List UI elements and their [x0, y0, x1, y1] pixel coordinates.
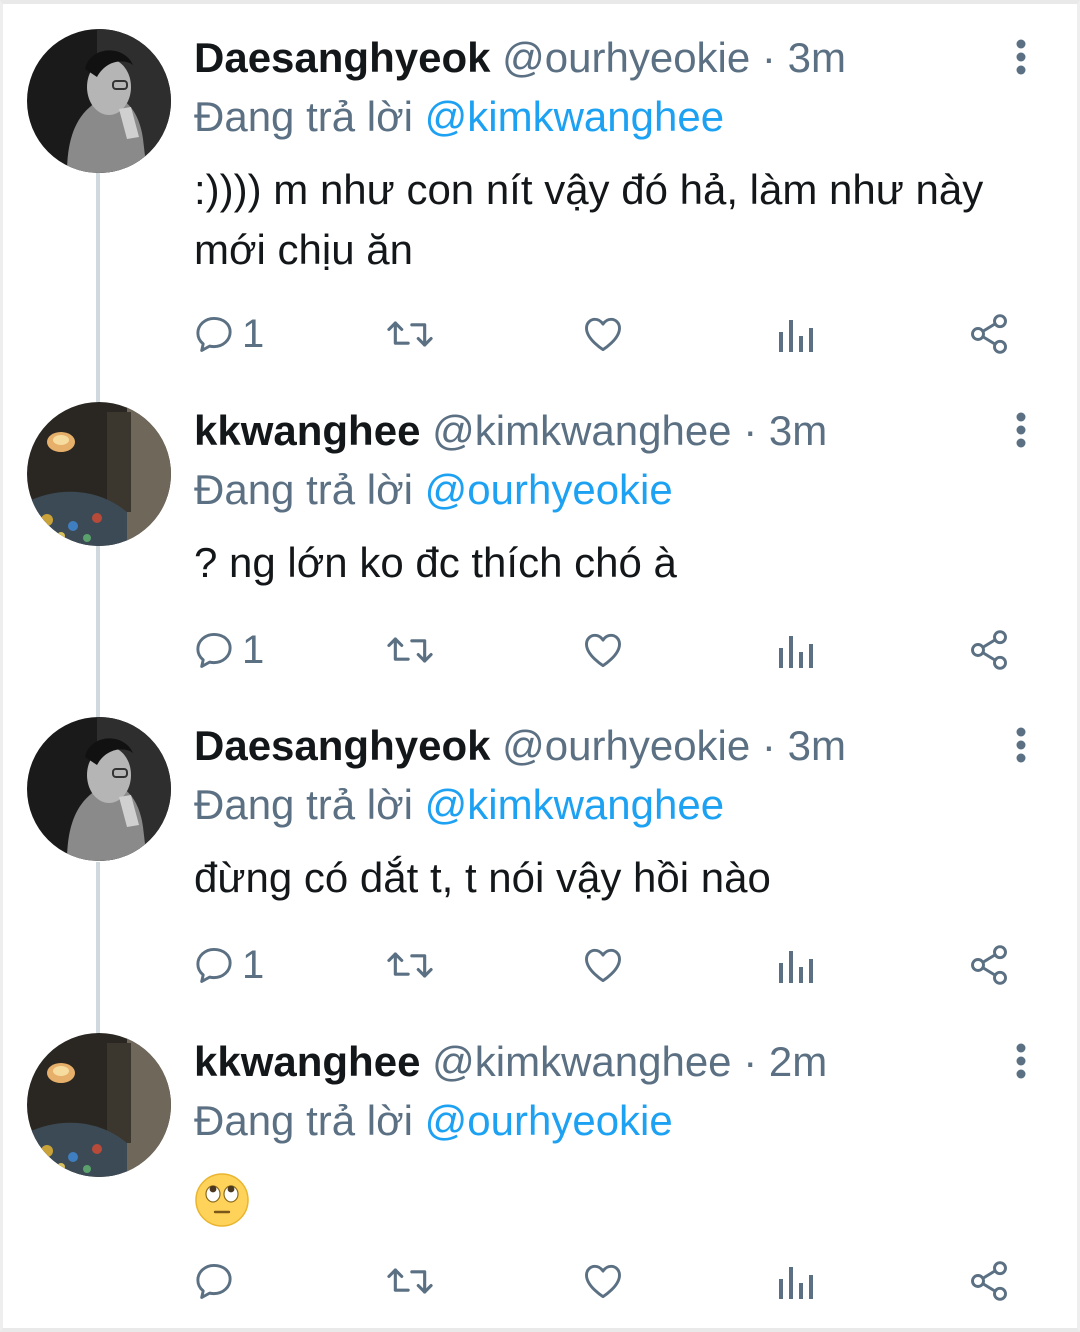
mention-link[interactable]: @ourhyeokie: [425, 466, 673, 513]
retweet-icon: [387, 637, 433, 663]
timestamp[interactable]: 3m: [788, 34, 846, 81]
analytics-button[interactable]: [775, 935, 815, 995]
separator-dot: ·: [743, 1038, 758, 1085]
timestamp[interactable]: 3m: [788, 722, 846, 769]
tweet-actions: [0, 1251, 1080, 1311]
analytics-icon: [779, 1267, 813, 1299]
display-name[interactable]: Daesanghyeok: [194, 34, 490, 81]
analytics-icon: [779, 951, 813, 983]
retweet-icon: [387, 952, 433, 978]
username[interactable]: @kimkwanghee: [432, 407, 731, 454]
like-button[interactable]: [580, 1251, 626, 1311]
reply-icon: [196, 947, 232, 983]
tweet-header: kkwanghee @kimkwanghee · 2m: [194, 1033, 827, 1091]
retweet-icon: [387, 321, 433, 347]
tweet-text: ? ng lớn ko đc thích chó à: [194, 539, 677, 586]
like-button[interactable]: [580, 620, 626, 680]
retweet-icon: [387, 1268, 433, 1294]
replying-to-label: Đang trả lời: [194, 1097, 413, 1144]
like-icon: [585, 948, 621, 983]
replying-to-label: Đang trả lời: [194, 781, 413, 828]
reply-button[interactable]: 1: [192, 620, 264, 680]
share-icon: [971, 1261, 1007, 1301]
reply-count: 1: [242, 312, 265, 356]
like-icon: [585, 317, 621, 352]
separator-dot: ·: [761, 722, 776, 769]
reply-count: 1: [242, 943, 265, 987]
more-options-icon[interactable]: [1004, 725, 1038, 765]
tweet-actions: 1: [0, 620, 1080, 680]
share-icon: [971, 630, 1007, 670]
replying-to-label: Đang trả lời: [194, 93, 413, 140]
retweet-button[interactable]: [384, 935, 436, 995]
analytics-icon: [779, 636, 813, 668]
display-name[interactable]: kkwanghee: [194, 1038, 420, 1085]
face-with-rolling-eyes-emoji: [195, 1173, 249, 1227]
more-options-icon[interactable]: [1004, 37, 1038, 77]
username[interactable]: @ourhyeokie: [502, 722, 750, 769]
display-name[interactable]: kkwanghee: [194, 407, 420, 454]
avatar-kkwanghee[interactable]: [27, 1033, 171, 1177]
mention-link[interactable]: @kimkwanghee: [425, 93, 724, 140]
analytics-button[interactable]: [775, 1251, 815, 1311]
timestamp[interactable]: 3m: [769, 407, 827, 454]
replying-to: Đang trả lời @kimkwanghee: [194, 89, 724, 145]
username[interactable]: @ourhyeokie: [502, 34, 750, 81]
timestamp[interactable]: 2m: [769, 1038, 827, 1085]
retweet-button[interactable]: [384, 1251, 436, 1311]
analytics-button[interactable]: [775, 620, 815, 680]
like-icon: [585, 1264, 621, 1299]
mention-link[interactable]: @ourhyeokie: [425, 1097, 673, 1144]
more-options-icon[interactable]: [1004, 1041, 1038, 1081]
avatar-kkwanghee[interactable]: [27, 402, 171, 546]
share-icon: [971, 945, 1007, 985]
reply-button[interactable]: [192, 1251, 242, 1311]
tweet-actions: 1: [0, 935, 1080, 995]
share-button[interactable]: [967, 304, 1011, 364]
reply-button[interactable]: 1: [192, 935, 264, 995]
replying-to: Đang trả lời @ourhyeokie: [194, 1093, 673, 1149]
analytics-icon: [779, 320, 813, 352]
mention-link[interactable]: @kimkwanghee: [425, 781, 724, 828]
share-button[interactable]: [967, 1251, 1011, 1311]
avatar-daesanghyeok[interactable]: [27, 717, 171, 861]
display-name[interactable]: Daesanghyeok: [194, 722, 490, 769]
share-icon: [971, 314, 1007, 354]
reply-count: 1: [242, 628, 265, 672]
tweet-actions: 1: [0, 304, 1080, 364]
tweet-header: Daesanghyeok @ourhyeokie · 3m: [194, 717, 846, 775]
tweet[interactable]: kkwanghee @kimkwanghee · 2m Đang trả lời…: [0, 1033, 1080, 1323]
tweet-text: :)))) m như con nít vậy đó hả, làm như n…: [194, 166, 984, 273]
share-button[interactable]: [967, 620, 1011, 680]
tweet-header: Daesanghyeok @ourhyeokie · 3m: [194, 29, 846, 87]
tweet-header: kkwanghee @kimkwanghee · 3m: [194, 402, 827, 460]
like-icon: [585, 633, 621, 668]
replying-to: Đang trả lời @ourhyeokie: [194, 462, 673, 518]
separator-dot: ·: [743, 407, 758, 454]
replying-to-label: Đang trả lời: [194, 466, 413, 513]
tweet-text: đừng có dắt t, t nói vậy hồi nào: [194, 854, 771, 901]
username[interactable]: @kimkwanghee: [432, 1038, 731, 1085]
retweet-button[interactable]: [384, 620, 436, 680]
reply-button[interactable]: 1: [192, 304, 264, 364]
more-options-icon[interactable]: [1004, 410, 1038, 450]
avatar-daesanghyeok[interactable]: [27, 29, 171, 173]
replying-to: Đang trả lời @kimkwanghee: [194, 777, 724, 833]
like-button[interactable]: [580, 304, 626, 364]
reply-icon: [196, 316, 232, 352]
reply-icon: [196, 632, 232, 668]
reply-icon: [196, 1263, 232, 1299]
analytics-button[interactable]: [775, 304, 815, 364]
tweet[interactable]: Daesanghyeok @ourhyeokie · 3m Đang trả l…: [0, 717, 1080, 1017]
tweet[interactable]: kkwanghee @kimkwanghee · 3m Đang trả lời…: [0, 402, 1080, 702]
tweet[interactable]: Daesanghyeok @ourhyeokie · 3m Đang trả l…: [0, 29, 1080, 369]
like-button[interactable]: [580, 935, 626, 995]
share-button[interactable]: [967, 935, 1011, 995]
retweet-button[interactable]: [384, 304, 436, 364]
separator-dot: ·: [761, 34, 776, 81]
